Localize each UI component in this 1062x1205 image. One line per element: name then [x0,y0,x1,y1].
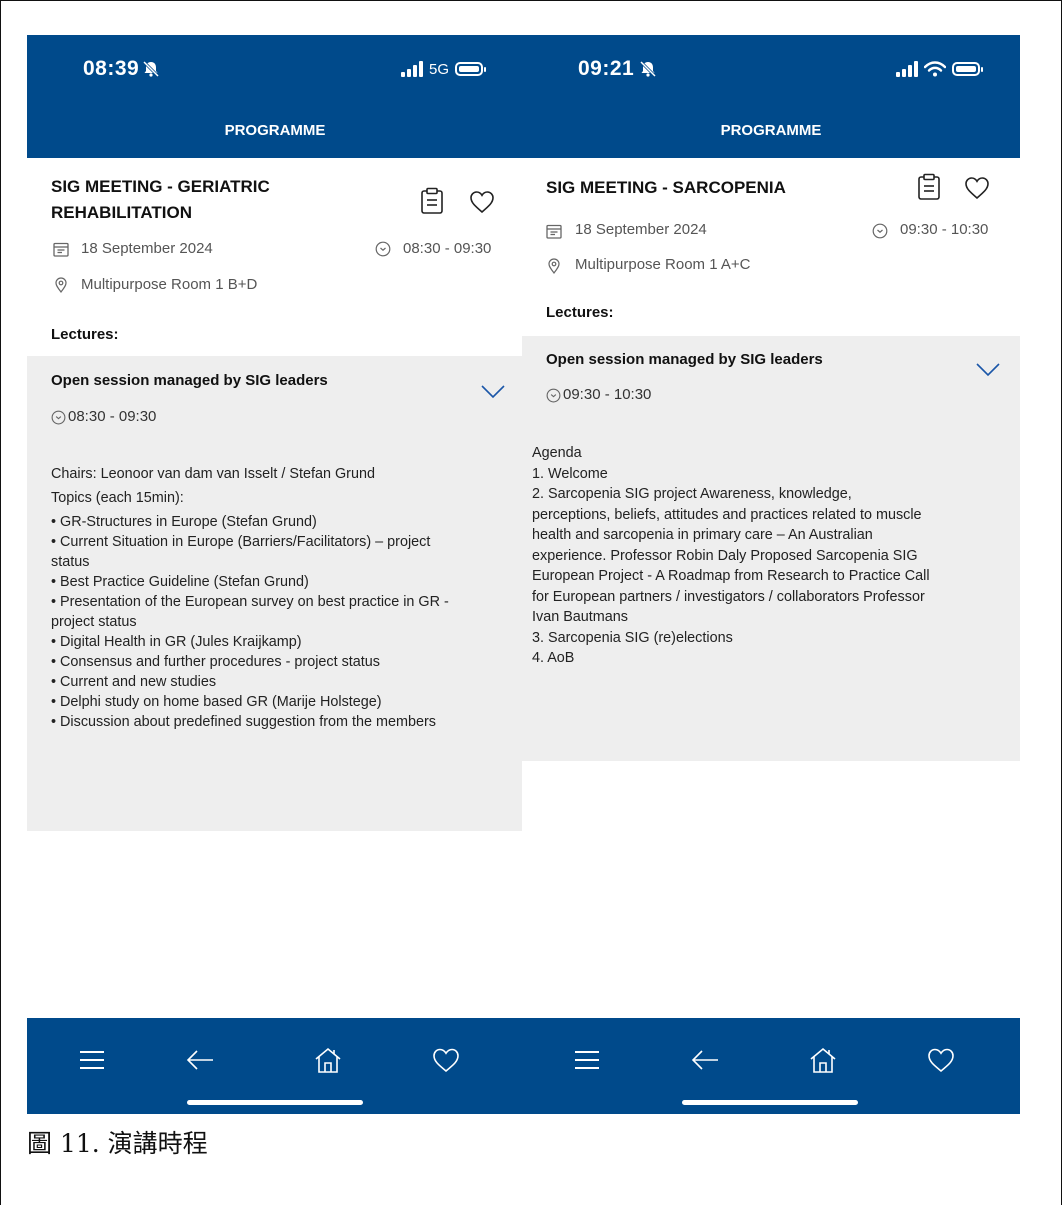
lectures-label: Lectures: [546,304,614,321]
battery-icon [952,62,983,76]
lecture-time: 09:30 - 10:30 [563,386,652,403]
lecture-line: 1. Welcome [532,465,608,482]
lecture-line: perceptions, beliefs, attitudes and prac… [532,506,922,523]
lecture-line: project status [51,614,137,630]
lecture-line: • Presentation of the European survey on… [51,594,449,610]
favorites-heart-icon[interactable] [431,1046,461,1074]
lecture-line: Chairs: Leonoor van dam van Isselt / Ste… [51,466,375,482]
lecture-line: • Delphi study on home based GR (Marije … [51,694,382,710]
lecture-card[interactable]: Open session managed by SIG leaders 09:3… [522,336,1020,761]
heart-icon[interactable] [964,174,990,202]
lecture-title: Open session managed by SIG leaders [51,372,328,389]
home-indicator[interactable] [187,1100,363,1105]
heart-icon[interactable] [469,188,495,216]
session-title-line-1: SIG MEETING - SARCOPENIA [546,178,786,197]
session-title-line-2: REHABILITATION [51,203,193,222]
lecture-title: Open session managed by SIG leaders [546,351,823,368]
lecture-line: • Consensus and further procedures - pro… [51,654,380,670]
lecture-line: 4. AoB [532,650,575,666]
figure-caption: 圖 11. 演講時程 [27,1129,208,1158]
back-arrow-icon[interactable] [690,1046,720,1074]
lecture-line: • Current Situation in Europe (Barriers/… [51,534,431,550]
lecture-line: Topics (each 15min): [51,490,184,506]
signal-icon [896,61,918,77]
session-time: 09:30 - 10:30 [900,221,989,238]
session-title: SIG MEETING - GERIATRIC REHABILITATION [51,174,270,226]
lecture-time: 08:30 - 09:30 [68,408,157,425]
location-pin-icon [55,277,67,293]
calendar-icon [546,224,562,239]
lecture-line: for European partners / investigators / … [532,588,925,605]
lecture-line: • Digital Health in GR (Jules Kraijkamp) [51,634,302,650]
home-icon[interactable] [808,1046,838,1074]
phone-screen-left: 08:39 5G PROGRAMME SIG MEETING - GERIATR… [27,35,523,1114]
lectures-label: Lectures: [51,326,119,343]
calendar-icon [53,242,69,257]
menu-icon[interactable] [572,1046,602,1074]
clock-icon [872,223,888,239]
page-title: PROGRAMME [522,120,1020,158]
clock-icon [546,388,561,403]
session-location: Multipurpose Room 1 B+D [81,276,258,293]
lecture-line: Ivan Bautmans [532,609,628,625]
status-indicators: 5G [400,59,486,79]
lecture-description: Chairs: Leonoor van dam van Isselt / Ste… [51,464,511,732]
lecture-line: health and sarcopenia in primary care – … [532,527,873,543]
lecture-line: Agenda [532,445,582,461]
status-bar: 08:39 5G [27,35,523,120]
lecture-line: status [51,554,90,570]
lecture-line: • Best Practice Guideline (Stefan Grund) [51,574,309,590]
clipboard-icon[interactable] [419,187,445,215]
session-date: 18 September 2024 [81,240,213,257]
chevron-down-icon[interactable] [976,362,1000,378]
lecture-line: 3. Sarcopenia SIG (re)elections [532,629,733,646]
lecture-line: experience. Professor Robin Daly Propose… [532,547,918,564]
session-date: 18 September 2024 [575,221,707,238]
status-time: 09:21 [578,57,635,80]
session-title: SIG MEETING - SARCOPENIA [546,175,786,201]
location-pin-icon [548,258,560,274]
bottom-nav [522,1018,1020,1114]
bell-off-icon [142,60,160,78]
home-icon[interactable] [313,1046,343,1074]
lecture-line: 2. Sarcopenia SIG project Awareness, kno… [532,486,852,502]
favorites-heart-icon[interactable] [926,1046,956,1074]
status-time: 08:39 [83,57,140,80]
clock-icon [51,410,66,425]
lecture-line: European Project - A Roadmap from Resear… [532,568,930,584]
chevron-down-icon[interactable] [481,384,505,400]
network-type: 5G [428,60,449,78]
back-arrow-icon[interactable] [185,1046,215,1074]
page-title: PROGRAMME [27,120,523,158]
status-bar: 09:21 [522,35,1020,120]
lecture-card[interactable]: Open session managed by SIG leaders 08:3… [27,356,523,831]
session-time: 08:30 - 09:30 [403,240,492,257]
menu-icon[interactable] [77,1046,107,1074]
wifi-icon [924,61,946,77]
battery-icon [455,62,486,76]
bell-off-icon [639,60,657,78]
signal-icon [400,61,423,77]
lecture-line: • Discussion about predefined suggestion… [51,714,436,730]
clock-icon [375,241,391,257]
clipboard-icon[interactable] [916,173,942,201]
bottom-nav [27,1018,523,1114]
session-title-line-1: SIG MEETING - GERIATRIC [51,177,270,196]
phone-screen-right: 09:21 PROGRAMME SIG MEETING - SARCOPENIA [522,35,1020,1114]
lecture-line: • Current and new studies [51,674,217,690]
home-indicator[interactable] [682,1100,858,1105]
lecture-line: • GR-Structures in Europe (Stefan Grund) [51,514,317,530]
lecture-description: Agenda 1. Welcome 2. Sarcopenia SIG proj… [532,443,1012,669]
session-location: Multipurpose Room 1 A+C [575,256,751,273]
status-indicators [896,59,983,79]
